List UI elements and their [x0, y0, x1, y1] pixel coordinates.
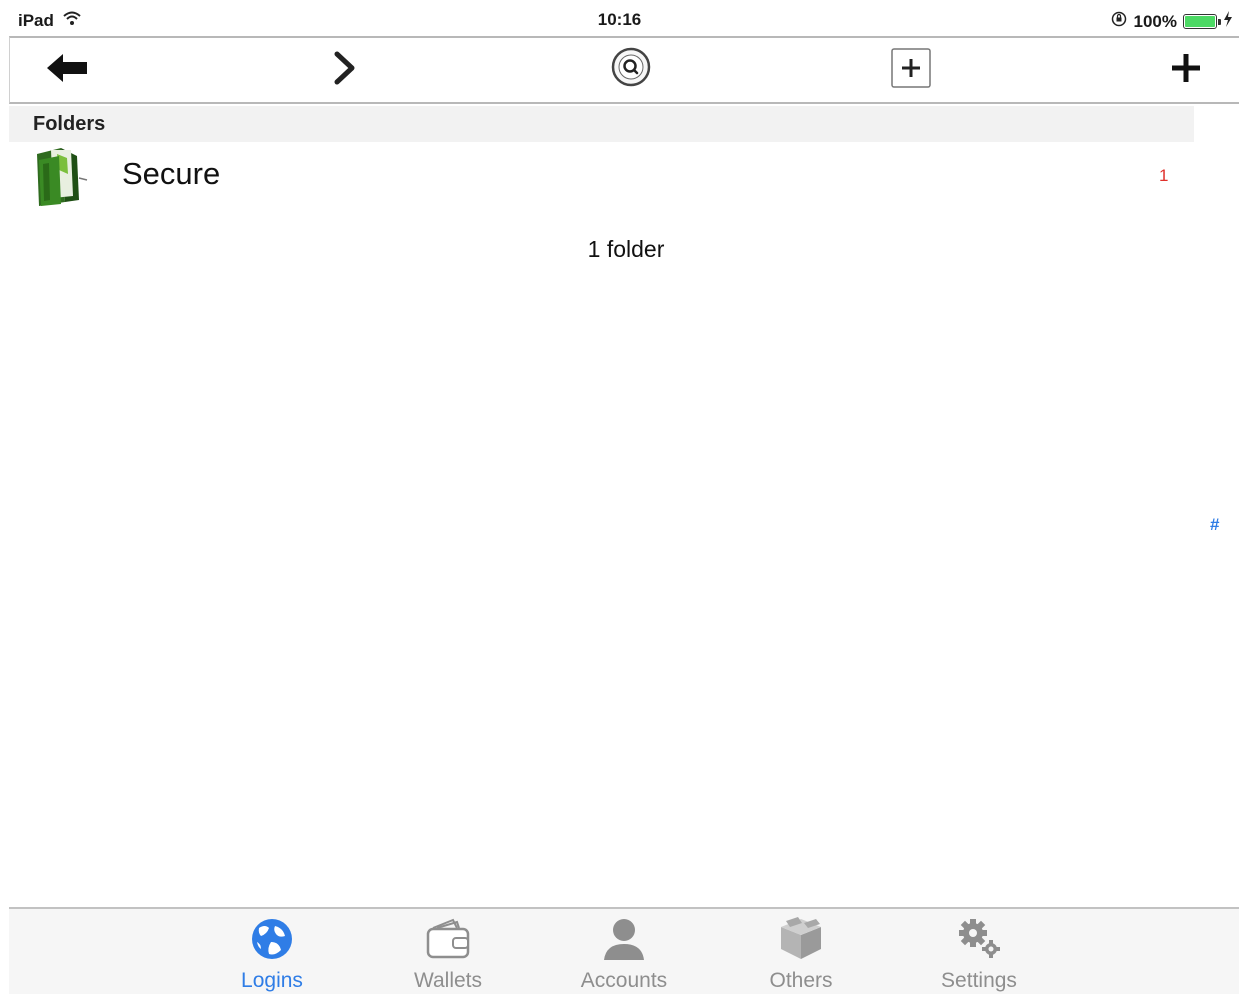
back-button[interactable] [38, 38, 96, 102]
tab-label-others: Others [769, 969, 833, 992]
person-icon [600, 916, 648, 967]
search-circle-icon [609, 46, 653, 95]
status-bar: iPad 10:16 100% [0, 0, 1239, 36]
add-button[interactable] [1160, 38, 1212, 102]
folder-count-badge: 1 [1159, 166, 1169, 185]
search-button[interactable] [606, 38, 656, 102]
folder-summary: 1 folder [587, 236, 665, 262]
folder-name: Secure [122, 156, 221, 191]
globe-icon [249, 916, 295, 967]
battery-percent: 100% [1133, 11, 1177, 31]
section-header-folders: Folders [9, 106, 1194, 142]
green-folder-icon [31, 144, 95, 208]
battery-icon [1183, 14, 1221, 29]
tab-others[interactable]: Others [731, 915, 871, 995]
tab-label-wallets: Wallets [413, 969, 483, 992]
charging-icon [1223, 11, 1233, 32]
arrow-left-icon [45, 52, 89, 89]
forward-button[interactable] [320, 38, 370, 102]
folder-row[interactable]: Secure 1 [9, 142, 1194, 210]
gears-icon [953, 915, 1005, 968]
chevron-right-icon [332, 51, 358, 90]
tab-logins[interactable]: Logins [202, 917, 342, 995]
tab-bar: Logins Wallets Accounts Others Settings [9, 907, 1239, 994]
status-right: 100% [1110, 10, 1233, 33]
toolbar [9, 36, 1239, 104]
tab-wallets[interactable]: Wallets [378, 917, 518, 995]
section-index-hash[interactable]: # [1210, 515, 1219, 535]
box-icon [776, 915, 826, 968]
status-time: 10:16 [597, 10, 642, 29]
tab-label-settings: Settings [941, 969, 1017, 992]
tab-settings[interactable]: Settings [909, 917, 1049, 995]
tab-accounts[interactable]: Accounts [554, 917, 694, 995]
tab-label-accounts: Accounts [580, 969, 668, 992]
rotation-lock-icon [1110, 10, 1128, 33]
plus-icon [1169, 51, 1203, 90]
tab-label-logins: Logins [241, 969, 303, 992]
add-box-button[interactable] [888, 38, 934, 102]
plus-box-icon [890, 47, 932, 94]
wallet-icon [423, 916, 473, 967]
